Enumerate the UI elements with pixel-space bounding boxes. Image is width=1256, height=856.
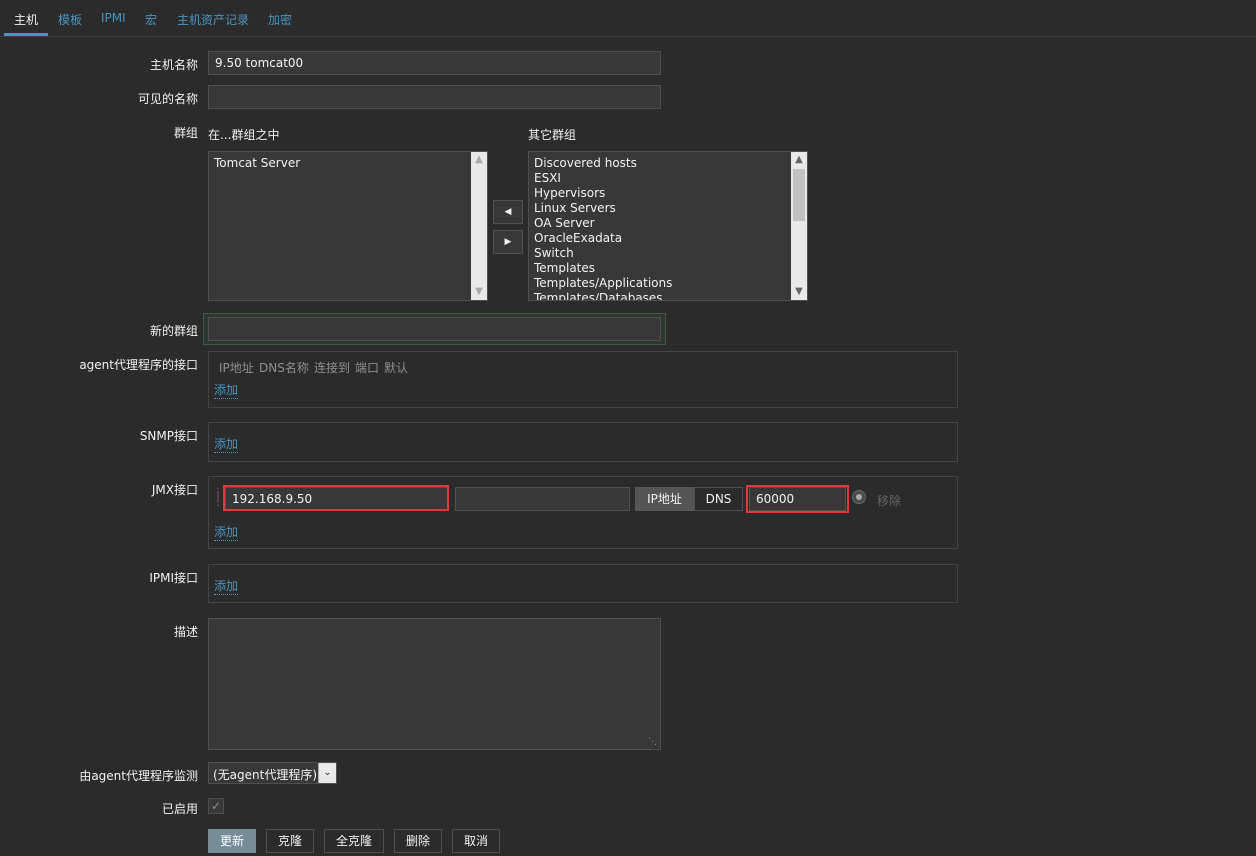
tab-encryption[interactable]: 加密 bbox=[268, 11, 292, 28]
triangle-right-icon: ▶ bbox=[504, 237, 512, 247]
default-radio-icon[interactable] bbox=[852, 490, 866, 504]
list-item[interactable]: Templates bbox=[529, 261, 807, 276]
agent-header-ip: IP地址 bbox=[219, 361, 254, 375]
in-groups-listbox[interactable]: Tomcat Server ▲ ▼ bbox=[208, 151, 488, 301]
active-tab-indicator bbox=[4, 33, 48, 36]
agent-add-link[interactable]: 添加 bbox=[214, 381, 239, 399]
ipmi-add-link[interactable]: 添加 bbox=[214, 577, 239, 595]
connect-dns-button[interactable]: DNS bbox=[694, 487, 743, 511]
scroll-up-icon[interactable]: ▲ bbox=[471, 152, 487, 168]
jmx-port-highlight bbox=[746, 485, 849, 513]
visible-name-label: 可见的名称 bbox=[137, 92, 198, 106]
update-button[interactable]: 更新 bbox=[208, 829, 256, 853]
jmx-interfaces-label: JMX接口 bbox=[151, 483, 198, 497]
snmp-interfaces-label: SNMP接口 bbox=[139, 429, 198, 443]
tab-macros[interactable]: 宏 bbox=[145, 11, 157, 28]
jmx-ip-highlight bbox=[223, 485, 449, 511]
agent-header-default: 默认 bbox=[384, 361, 409, 375]
tab-host[interactable]: 主机 bbox=[14, 11, 38, 28]
full-clone-button[interactable]: 全克隆 bbox=[324, 829, 384, 853]
in-groups-header: 在...群组之中 bbox=[208, 128, 280, 142]
list-item[interactable]: Templates/Databases bbox=[529, 291, 807, 300]
proxy-select-value: (无agent代理程序) bbox=[213, 768, 318, 782]
enabled-label: 已启用 bbox=[161, 802, 198, 816]
agent-header-port: 端口 bbox=[355, 361, 380, 375]
jmx-dns-input[interactable] bbox=[455, 487, 630, 511]
list-item[interactable]: Discovered hosts bbox=[529, 156, 807, 171]
scroll-down-icon[interactable]: ▼ bbox=[471, 284, 487, 300]
list-item[interactable]: Templates/Applications bbox=[529, 276, 807, 291]
ipmi-interfaces-box: 添加 bbox=[208, 564, 958, 603]
move-left-button[interactable]: ◀ bbox=[493, 200, 523, 224]
list-item[interactable]: ESXI bbox=[529, 171, 807, 186]
description-textarea[interactable] bbox=[208, 618, 661, 750]
connect-ip-button[interactable]: IP地址 bbox=[635, 487, 694, 511]
new-group-label: 新的群组 bbox=[149, 324, 198, 338]
list-item[interactable]: Linux Servers bbox=[529, 201, 807, 216]
snmp-interfaces-box: 添加 bbox=[208, 422, 958, 462]
snmp-add-link[interactable]: 添加 bbox=[214, 435, 239, 453]
tab-templates[interactable]: 模板 bbox=[58, 11, 82, 28]
scroll-thumb[interactable] bbox=[793, 169, 805, 221]
agent-header-connect: 连接到 bbox=[314, 361, 351, 375]
new-group-input[interactable] bbox=[208, 317, 661, 341]
visible-name-input[interactable] bbox=[208, 85, 661, 109]
list-item[interactable]: Switch bbox=[529, 246, 807, 261]
list-item[interactable]: OA Server bbox=[529, 216, 807, 231]
agent-interfaces-box: IP地址 DNS名称 连接到 端口 默认 添加 bbox=[208, 351, 958, 408]
scroll-up-icon[interactable]: ▲ bbox=[791, 152, 807, 168]
jmx-remove-link[interactable]: 移除 bbox=[877, 492, 901, 509]
proxy-select[interactable]: (无agent代理程序) ⌄ bbox=[208, 762, 337, 784]
triangle-left-icon: ◀ bbox=[504, 207, 512, 217]
description-label: 描述 bbox=[173, 625, 198, 639]
list-item[interactable]: Tomcat Server bbox=[209, 156, 487, 171]
delete-button[interactable]: 删除 bbox=[394, 829, 442, 853]
check-icon: ✓ bbox=[210, 799, 222, 813]
list-item[interactable]: Hypervisors bbox=[529, 186, 807, 201]
jmx-add-link[interactable]: 添加 bbox=[214, 523, 239, 541]
scroll-down-icon[interactable]: ▼ bbox=[791, 284, 807, 300]
resize-handle-icon[interactable]: ⋱ bbox=[648, 737, 657, 747]
tab-inventory[interactable]: 主机资产记录 bbox=[177, 11, 249, 28]
proxy-label: 由agent代理程序监测 bbox=[79, 769, 198, 783]
clone-button[interactable]: 克隆 bbox=[266, 829, 314, 853]
hostname-label: 主机名称 bbox=[149, 58, 198, 72]
cancel-button[interactable]: 取消 bbox=[452, 829, 500, 853]
hostname-input[interactable] bbox=[208, 51, 661, 75]
groups-label: 群组 bbox=[173, 126, 198, 140]
other-groups-header: 其它群组 bbox=[528, 128, 577, 142]
list-item[interactable]: OracleExadata bbox=[529, 231, 807, 246]
agent-header-dns: DNS名称 bbox=[259, 361, 309, 375]
ipmi-interfaces-label: IPMI接口 bbox=[149, 571, 198, 585]
other-groups-scrollbar[interactable]: ▲ ▼ bbox=[791, 152, 807, 300]
other-groups-listbox[interactable]: Discovered hosts ESXI Hypervisors Linux … bbox=[528, 151, 808, 301]
tab-bar: 主机 模板 IPMI 宏 主机资产记录 加密 bbox=[0, 0, 1256, 37]
in-groups-scrollbar[interactable]: ▲ ▼ bbox=[471, 152, 487, 300]
move-right-button[interactable]: ▶ bbox=[493, 230, 523, 254]
chevron-down-icon[interactable]: ⌄ bbox=[318, 763, 336, 783]
tab-ipmi[interactable]: IPMI bbox=[101, 11, 126, 25]
agent-interfaces-label: agent代理程序的接口 bbox=[79, 358, 198, 372]
enabled-checkbox[interactable]: ✓ bbox=[208, 798, 224, 814]
